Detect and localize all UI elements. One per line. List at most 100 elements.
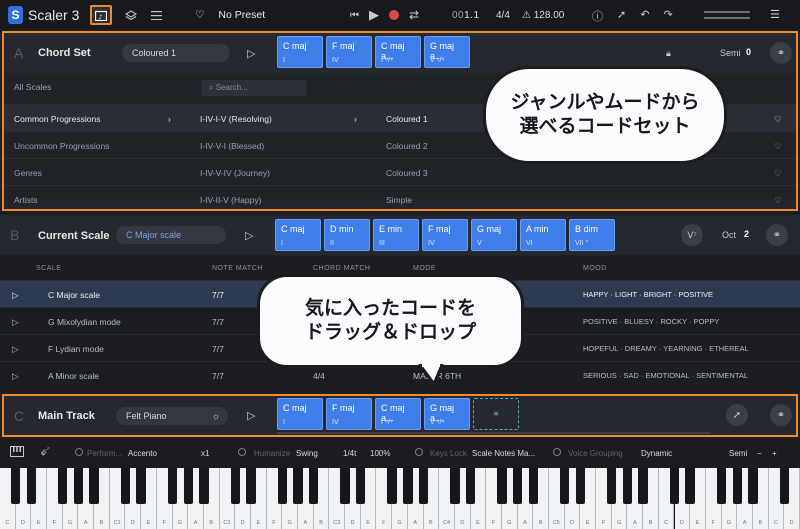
chord-pad[interactable]: C maj a... I ⁶/⁴: [375, 398, 421, 430]
piano-black-key[interactable]: [732, 468, 742, 504]
keys-lock-value[interactable]: Scale Notes Ma...: [472, 449, 535, 458]
bpm-readout[interactable]: ⚠ 128.00: [522, 10, 564, 21]
perform-toggle[interactable]: [75, 448, 83, 456]
semi-plus-button[interactable]: +: [772, 449, 777, 458]
scale-dropdown[interactable]: C Major scale: [116, 226, 226, 244]
keyboard-icon[interactable]: [10, 446, 24, 459]
play-icon[interactable]: ▷: [247, 409, 255, 422]
link-icon[interactable]: ⚭: [770, 404, 792, 426]
piano-black-key[interactable]: [685, 468, 695, 504]
chord-pad[interactable]: G maj a... V ⁶/⁴: [424, 36, 470, 68]
piano-black-key[interactable]: [403, 468, 413, 504]
chord-pad[interactable]: G maj a... V ⁶/⁴: [424, 398, 470, 430]
piano-black-key[interactable]: [136, 468, 146, 504]
link-icon[interactable]: ⚭: [770, 42, 792, 64]
time-signature[interactable]: 4/4: [496, 10, 510, 21]
chord-pad[interactable]: C maj I: [275, 219, 321, 251]
skip-back-icon[interactable]: ⏮: [350, 10, 359, 21]
piano-black-key[interactable]: [199, 468, 209, 504]
drop-slot[interactable]: ☀: [473, 398, 519, 430]
piano-black-key[interactable]: [418, 468, 429, 504]
piano-black-key[interactable]: [89, 468, 99, 504]
voice-grouping-toggle[interactable]: [553, 448, 561, 456]
chord-pad[interactable]: C maj I: [277, 36, 323, 68]
col-header-mode[interactable]: MODE: [413, 265, 436, 272]
piano-black-key[interactable]: [528, 468, 539, 504]
heart-icon[interactable]: ♡: [195, 9, 204, 21]
col-header-note-match[interactable]: NOTE MATCH: [212, 265, 263, 272]
chord-pad[interactable]: F maj IV: [326, 36, 372, 68]
col-header-mood[interactable]: MOOD: [583, 265, 607, 272]
piano-black-key[interactable]: [560, 468, 570, 504]
col-header-chord-match[interactable]: CHORD MATCH: [313, 265, 370, 272]
piano-black-key[interactable]: [450, 468, 460, 504]
piano-black-key[interactable]: [669, 468, 680, 504]
play-icon[interactable]: ▷: [247, 47, 255, 60]
piano-black-key[interactable]: [356, 468, 366, 504]
arrow-upright-icon[interactable]: ➚: [617, 8, 626, 24]
lock-icon[interactable]: 🔒︎: [666, 48, 671, 59]
perform-multiplier[interactable]: x1: [201, 449, 209, 458]
piano-black-key[interactable]: [512, 468, 523, 504]
piano-black-key[interactable]: [277, 468, 288, 504]
piano-black-key[interactable]: [575, 468, 586, 504]
swing-amount[interactable]: 100%: [370, 449, 390, 458]
link-icon[interactable]: ⚭: [766, 224, 788, 246]
piano-black-key[interactable]: [607, 468, 617, 504]
export-arrow-icon[interactable]: ➚: [726, 404, 748, 426]
piano-black-key[interactable]: [779, 468, 789, 504]
piano-black-key[interactable]: [183, 468, 193, 504]
search-input[interactable]: ⌕ Search...: [201, 80, 307, 96]
layers-icon[interactable]: [120, 5, 142, 25]
track-scrollbar[interactable]: [277, 432, 711, 434]
piano-black-key[interactable]: [26, 468, 37, 504]
chord-pad[interactable]: C maj a... I ⁶/⁴: [375, 36, 421, 68]
piano-keyboard[interactable]: C D E F G A B C1 D E F G A B C2 D E F G A B C3 D E F G A B C4 D E F G A B C…: [0, 468, 800, 529]
play-icon[interactable]: ▶: [369, 7, 379, 23]
chord-pad[interactable]: D min II: [324, 219, 370, 251]
voice-grouping-value[interactable]: Dynamic: [641, 449, 672, 458]
loop-icon[interactable]: ⇄: [409, 8, 419, 22]
menu-icon[interactable]: ☰: [770, 8, 780, 21]
piano-black-key[interactable]: [309, 468, 319, 504]
sun-icon[interactable]: ☼: [212, 411, 220, 421]
info-icon[interactable]: ⓘ: [592, 8, 603, 24]
chord-pad[interactable]: F maj IV: [422, 219, 468, 251]
humanize-value[interactable]: Swing: [296, 449, 318, 458]
chord-pad[interactable]: E min III: [373, 219, 419, 251]
piano-black-key[interactable]: [230, 468, 240, 504]
chord-pad[interactable]: B dim VII °: [569, 219, 615, 251]
piano-black-key[interactable]: [387, 468, 397, 504]
piano-black-key[interactable]: [638, 468, 648, 504]
play-icon[interactable]: ▷: [245, 229, 253, 242]
preset-selector[interactable]: ♡ No Preset: [195, 9, 265, 21]
chord-pad[interactable]: A min VI: [520, 219, 566, 251]
piano-black-key[interactable]: [10, 468, 21, 504]
piano-black-key[interactable]: [716, 468, 727, 504]
piano-black-key[interactable]: [120, 468, 131, 504]
piano-black-key[interactable]: [748, 468, 758, 504]
piano-black-key[interactable]: [622, 468, 633, 504]
piano-black-key[interactable]: [167, 468, 178, 504]
col-header-scale[interactable]: SCALE: [36, 265, 61, 272]
piano-black-key[interactable]: [497, 468, 507, 504]
chord-pad[interactable]: G maj V: [471, 219, 517, 251]
chord-pad[interactable]: F maj IV: [326, 398, 372, 430]
piano-black-key[interactable]: [340, 468, 350, 504]
chord-set-dropdown[interactable]: Coloured 1: [122, 44, 230, 62]
list-icon[interactable]: [145, 5, 167, 25]
redo-icon[interactable]: ↷: [663, 8, 672, 24]
piano-black-key[interactable]: [58, 468, 68, 504]
piano-black-key[interactable]: [246, 468, 256, 504]
semi-value[interactable]: 0: [746, 47, 751, 57]
semi-minus-button[interactable]: −: [757, 449, 762, 458]
humanize-toggle[interactable]: [238, 448, 246, 456]
seventh-badge[interactable]: V⁷: [681, 224, 703, 246]
chord-pad[interactable]: C maj I: [277, 398, 323, 430]
piano-black-key[interactable]: [293, 468, 303, 504]
piano-black-key[interactable]: [465, 468, 476, 504]
perform-value[interactable]: Accento: [128, 449, 157, 458]
keys-lock-toggle[interactable]: [415, 448, 423, 456]
instrument-selector[interactable]: Felt Piano ☼: [116, 407, 228, 425]
swing-division[interactable]: 1/4t: [343, 449, 356, 458]
